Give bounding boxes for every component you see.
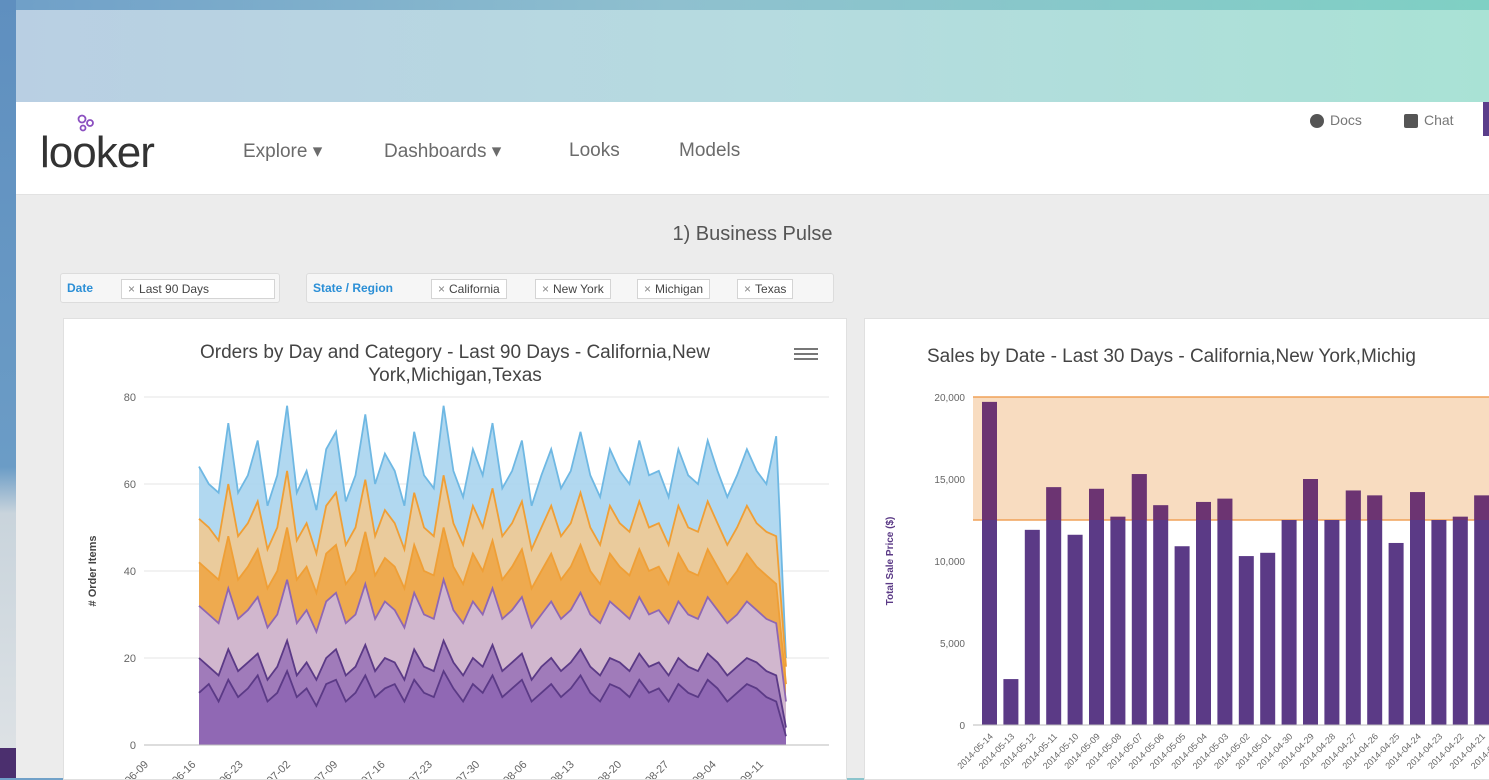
x-tick-label: 06-16 xyxy=(170,759,198,779)
logo-bubbles-icon xyxy=(77,114,94,132)
bar-band-overlap xyxy=(1410,492,1425,520)
bar xyxy=(1260,552,1276,725)
bar-band-overlap xyxy=(1153,505,1169,520)
nav-dashboards[interactable]: Dashboards ▾ xyxy=(384,140,501,163)
x-tick-label: 07-23 xyxy=(407,759,435,779)
x-tick-label: 08-20 xyxy=(596,759,624,779)
bar xyxy=(1089,488,1104,725)
sales-bar-chart: 0 5,000 10,000 15,000 20,000 Total Sale Price… xyxy=(885,393,1489,771)
orders-chart-panel: Orders by Day and Category - Last 90 Day… xyxy=(63,318,847,780)
bar xyxy=(1196,501,1211,725)
remove-icon[interactable]: × xyxy=(438,282,445,296)
bar xyxy=(1431,520,1447,725)
filter-chip-california[interactable]: × California xyxy=(431,279,507,299)
x-tick-label: 07-02 xyxy=(265,759,293,779)
y-tick-label: 0 xyxy=(130,740,136,752)
bar-band-overlap xyxy=(1367,495,1383,520)
bar xyxy=(1046,487,1062,725)
x-tick-label: 09-04 xyxy=(690,759,718,779)
dashboard-title: 1) Business Pulse xyxy=(672,223,833,245)
bar xyxy=(1238,556,1254,725)
bar xyxy=(1024,529,1040,725)
chat-link[interactable]: Chat xyxy=(1404,112,1454,129)
bar xyxy=(1281,520,1297,725)
bar xyxy=(1153,505,1169,725)
docs-label: Docs xyxy=(1330,112,1362,128)
user-menu-button[interactable] xyxy=(1483,102,1489,136)
chat-icon xyxy=(1404,114,1418,129)
help-icon xyxy=(1310,114,1324,129)
x-tick-label: 08-13 xyxy=(549,759,577,779)
bar-band-overlap xyxy=(1345,490,1361,520)
bar-band-overlap xyxy=(1110,516,1126,520)
y-axis-label: # Order Items xyxy=(87,536,99,607)
state-filter-label: State / Region xyxy=(313,281,394,295)
x-tick-label: 07-30 xyxy=(454,759,482,779)
y-tick-label: 40 xyxy=(124,566,136,578)
y-tick-label: 5,000 xyxy=(940,639,965,650)
x-tick-label: 08-27 xyxy=(643,759,671,779)
x-tick-label: 08-06 xyxy=(501,759,529,779)
bar-band-overlap xyxy=(1131,474,1147,520)
y-tick-label: 80 xyxy=(124,392,136,404)
bar xyxy=(1003,679,1019,725)
remove-icon[interactable]: × xyxy=(744,282,751,296)
filter-chip-last-90-days[interactable]: × Last 90 Days xyxy=(121,279,275,299)
y-tick-label: 20,000 xyxy=(934,393,965,404)
bar xyxy=(1174,546,1190,725)
filter-chip-texas[interactable]: × Texas xyxy=(737,279,794,299)
nav-explore[interactable]: Explore ▾ xyxy=(243,140,322,163)
top-navbar: looker Explore ▾ Dashboards ▾ Looks Mode… xyxy=(16,102,1489,195)
bar-band-overlap xyxy=(1303,479,1318,520)
x-tick-label: 09-11 xyxy=(738,759,766,779)
remove-icon[interactable]: × xyxy=(644,282,651,296)
bar-band-overlap xyxy=(1196,501,1211,520)
y-axis-label: Total Sale Price ($) xyxy=(885,517,896,606)
docs-link[interactable]: Docs xyxy=(1310,112,1362,129)
bar xyxy=(1388,542,1404,725)
bar-band-overlap xyxy=(982,401,997,520)
remove-icon[interactable]: × xyxy=(542,282,549,296)
x-tick-label: 07-09 xyxy=(312,759,340,779)
browser-top-band xyxy=(16,10,1489,102)
x-tick-label: 06-23 xyxy=(217,759,245,779)
bar xyxy=(1217,498,1233,725)
bar xyxy=(1110,516,1126,725)
looker-logo[interactable]: looker xyxy=(40,114,155,178)
state-region-filter: State / Region × California × New York × Mi… xyxy=(306,273,834,303)
nav-looks[interactable]: Looks xyxy=(569,140,620,162)
bar-band-overlap xyxy=(1046,487,1062,520)
background-window-edge xyxy=(0,0,16,778)
y-tick-label: 60 xyxy=(124,479,136,491)
bar xyxy=(1452,516,1468,725)
bar xyxy=(1345,490,1361,725)
date-filter-label: Date xyxy=(67,281,94,295)
dashboard-content: 1) Business Pulse Date × Last 90 Days Sta… xyxy=(16,195,1489,780)
orders-area-chart: 0 20 40 60 80 # Order Items 06-09 06-16 06-23 07-… xyxy=(87,392,829,779)
y-tick-label: 20 xyxy=(124,653,136,665)
x-tick-label: 07-16 xyxy=(359,759,387,779)
bar-band-overlap xyxy=(1217,498,1233,520)
background-window-dark xyxy=(0,748,16,778)
bar-band-overlap xyxy=(1474,495,1489,520)
sales-chart-panel: Sales by Date - Last 30 Days - Californi… xyxy=(864,318,1489,780)
filter-chip-new-york[interactable]: × New York xyxy=(535,279,611,299)
date-filter: Date × Last 90 Days xyxy=(60,273,280,303)
bar xyxy=(1367,495,1383,725)
filter-chip-michigan[interactable]: × Michigan xyxy=(637,279,711,299)
y-tick-label: 15,000 xyxy=(934,475,965,486)
y-tick-label: 0 xyxy=(959,721,965,732)
nav-models[interactable]: Models xyxy=(679,140,740,162)
bar xyxy=(1410,492,1425,725)
chat-label: Chat xyxy=(1424,112,1454,128)
y-tick-label: 10,000 xyxy=(934,557,965,568)
x-tick-label: 06-09 xyxy=(123,759,151,779)
bar xyxy=(1324,520,1340,725)
bar-band-overlap xyxy=(1089,488,1104,520)
bar-band-overlap xyxy=(1452,516,1468,520)
bar xyxy=(1067,534,1083,725)
remove-icon[interactable]: × xyxy=(128,282,135,296)
bar xyxy=(1474,495,1489,725)
